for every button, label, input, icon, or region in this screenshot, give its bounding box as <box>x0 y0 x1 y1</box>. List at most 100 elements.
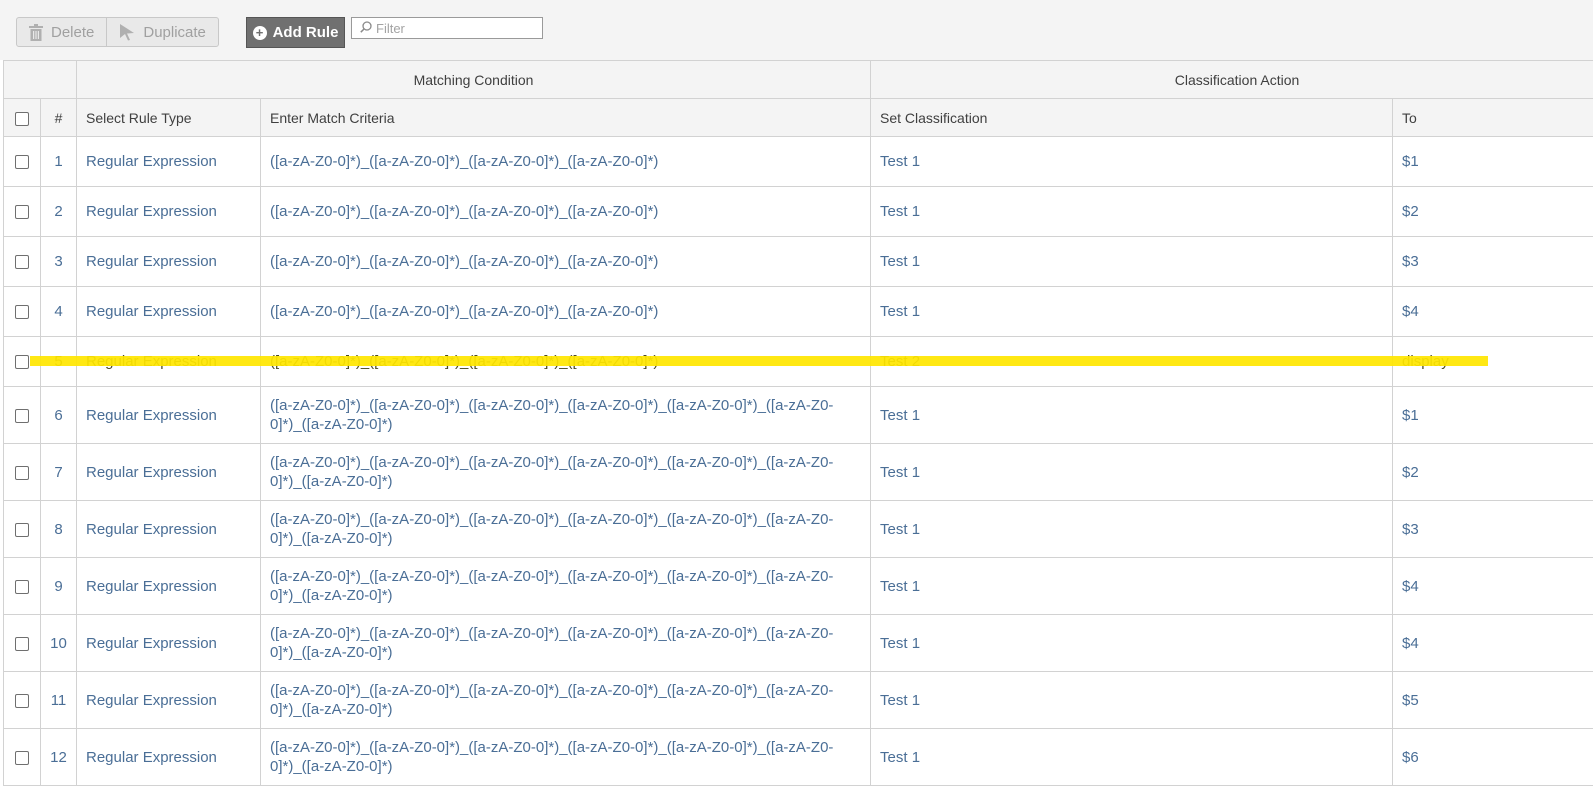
select-all-checkbox[interactable] <box>15 111 29 126</box>
to-cell[interactable]: $3 <box>1392 500 1593 558</box>
rule-type-cell[interactable]: Regular Expression <box>76 557 261 615</box>
row-checkbox-cell <box>3 614 41 672</box>
row-checkbox[interactable] <box>15 579 29 594</box>
set-classification-cell[interactable]: Test 1 <box>870 186 1394 237</box>
column-header-rule-type[interactable]: Select Rule Type <box>76 98 261 137</box>
to-cell[interactable]: $1 <box>1392 136 1593 187</box>
table-row[interactable]: 3 Regular Expression ([a-zA-Z0-0]*)_([a-zA… <box>3 236 1593 287</box>
set-classification-cell[interactable]: Test 1 <box>870 671 1394 729</box>
row-checkbox-cell <box>3 336 41 387</box>
match-criteria-cell[interactable]: ([a-zA-Z0-0]*)_([a-zA-Z0-0]*)_([a-zA-Z0-… <box>259 336 872 387</box>
row-checkbox-cell <box>3 236 41 287</box>
column-header-set-classification[interactable]: Set Classification <box>870 98 1394 137</box>
to-cell[interactable]: $2 <box>1392 186 1593 237</box>
row-number: 9 <box>40 557 77 615</box>
table-row[interactable]: 11 Regular Expression ([a-zA-Z0-0]*)_([a-z… <box>3 671 1593 729</box>
to-cell[interactable]: display <box>1392 336 1593 387</box>
table-row[interactable]: 5 Regular Expression ([a-zA-Z0-0]*)_([a-zA… <box>3 336 1593 387</box>
match-criteria-cell[interactable]: ([a-zA-Z0-0]*)_([a-zA-Z0-0]*)_([a-zA-Z0-… <box>259 286 872 337</box>
match-criteria-cell[interactable]: ([a-zA-Z0-0]*)_([a-zA-Z0-0]*)_([a-zA-Z0-… <box>259 236 872 287</box>
row-checkbox[interactable] <box>15 255 29 270</box>
table-row[interactable]: 4 Regular Expression ([a-zA-Z0-0]*)_([a-zA… <box>3 286 1593 337</box>
delete-label: Delete <box>51 23 95 41</box>
column-header-num[interactable]: # <box>40 98 77 137</box>
set-classification-cell[interactable]: Test 1 <box>870 557 1394 615</box>
set-classification-cell[interactable]: Test 1 <box>870 286 1394 337</box>
table-row[interactable]: 10 Regular Expression ([a-zA-Z0-0]*)_([a-z… <box>3 614 1593 672</box>
to-cell[interactable]: $6 <box>1392 728 1593 786</box>
set-classification-cell[interactable]: Test 1 <box>870 136 1394 187</box>
row-checkbox[interactable] <box>15 408 29 423</box>
duplicate-button[interactable]: Duplicate <box>106 18 218 46</box>
table-row[interactable]: 12 Regular Expression ([a-zA-Z0-0]*)_([a-z… <box>3 728 1593 786</box>
row-checkbox[interactable] <box>15 155 29 170</box>
row-number: 8 <box>40 500 77 558</box>
add-rule-button[interactable]: + Add Rule <box>246 17 345 48</box>
table-row[interactable]: 2 Regular Expression ([a-zA-Z0-0]*)_([a-zA… <box>3 186 1593 237</box>
select-all-cell <box>3 98 41 137</box>
row-checkbox[interactable] <box>15 305 29 320</box>
set-classification-cell[interactable]: Test 1 <box>870 614 1394 672</box>
filter-field[interactable] <box>351 17 543 39</box>
row-checkbox[interactable] <box>15 636 29 651</box>
row-number: 3 <box>40 236 77 287</box>
table-row[interactable]: 7 Regular Expression ([a-zA-Z0-0]*)_([a-zA… <box>3 443 1593 501</box>
search-icon <box>360 20 372 36</box>
to-cell[interactable]: $1 <box>1392 386 1593 444</box>
match-criteria-cell[interactable]: ([a-zA-Z0-0]*)_([a-zA-Z0-0]*)_([a-zA-Z0-… <box>259 136 872 187</box>
filter-input[interactable] <box>376 20 536 36</box>
row-number: 5 <box>40 336 77 387</box>
row-checkbox[interactable] <box>15 522 29 537</box>
match-criteria-cell[interactable]: ([a-zA-Z0-0]*)_([a-zA-Z0-0]*)_([a-zA-Z0-… <box>259 671 872 729</box>
rule-type-cell[interactable]: Regular Expression <box>76 186 261 237</box>
row-number: 12 <box>40 728 77 786</box>
column-header-to[interactable]: To <box>1392 98 1593 137</box>
match-criteria-cell[interactable]: ([a-zA-Z0-0]*)_([a-zA-Z0-0]*)_([a-zA-Z0-… <box>259 186 872 237</box>
set-classification-cell[interactable]: Test 1 <box>870 236 1394 287</box>
match-criteria-cell[interactable]: ([a-zA-Z0-0]*)_([a-zA-Z0-0]*)_([a-zA-Z0-… <box>259 443 872 501</box>
rule-type-cell[interactable]: Regular Expression <box>76 443 261 501</box>
row-number: 10 <box>40 614 77 672</box>
row-checkbox[interactable] <box>15 693 29 708</box>
rule-type-cell[interactable]: Regular Expression <box>76 671 261 729</box>
rule-type-cell[interactable]: Regular Expression <box>76 500 261 558</box>
row-number: 2 <box>40 186 77 237</box>
rule-type-cell[interactable]: Regular Expression <box>76 728 261 786</box>
row-checkbox[interactable] <box>15 750 29 765</box>
to-cell[interactable]: $2 <box>1392 443 1593 501</box>
delete-button[interactable]: Delete <box>17 18 106 46</box>
rule-type-cell[interactable]: Regular Expression <box>76 136 261 187</box>
row-checkbox[interactable] <box>15 205 29 220</box>
rule-type-cell[interactable]: Regular Expression <box>76 336 261 387</box>
match-criteria-cell[interactable]: ([a-zA-Z0-0]*)_([a-zA-Z0-0]*)_([a-zA-Z0-… <box>259 728 872 786</box>
match-criteria-cell[interactable]: ([a-zA-Z0-0]*)_([a-zA-Z0-0]*)_([a-zA-Z0-… <box>259 557 872 615</box>
match-criteria-cell[interactable]: ([a-zA-Z0-0]*)_([a-zA-Z0-0]*)_([a-zA-Z0-… <box>259 386 872 444</box>
row-checkbox[interactable] <box>15 355 29 370</box>
rule-type-cell[interactable]: Regular Expression <box>76 386 261 444</box>
to-cell[interactable]: $3 <box>1392 236 1593 287</box>
to-cell[interactable]: $4 <box>1392 286 1593 337</box>
row-checkbox[interactable] <box>15 465 29 480</box>
to-cell[interactable]: $5 <box>1392 671 1593 729</box>
set-classification-cell[interactable]: Test 1 <box>870 386 1394 444</box>
plus-circle-icon: + <box>252 25 267 40</box>
duplicate-label: Duplicate <box>143 23 206 41</box>
set-classification-cell[interactable]: Test 2 <box>870 336 1394 387</box>
group-header-classification: Classification Action <box>870 60 1593 99</box>
set-classification-cell[interactable]: Test 1 <box>870 500 1394 558</box>
match-criteria-cell[interactable]: ([a-zA-Z0-0]*)_([a-zA-Z0-0]*)_([a-zA-Z0-… <box>259 614 872 672</box>
table-row[interactable]: 8 Regular Expression ([a-zA-Z0-0]*)_([a-zA… <box>3 500 1593 558</box>
to-cell[interactable]: $4 <box>1392 557 1593 615</box>
set-classification-cell[interactable]: Test 1 <box>870 728 1394 786</box>
rule-type-cell[interactable]: Regular Expression <box>76 614 261 672</box>
set-classification-cell[interactable]: Test 1 <box>870 443 1394 501</box>
toolbar: Delete Duplicate + Add Rule <box>0 0 1593 60</box>
table-row[interactable]: 9 Regular Expression ([a-zA-Z0-0]*)_([a-zA… <box>3 557 1593 615</box>
rule-type-cell[interactable]: Regular Expression <box>76 236 261 287</box>
table-row[interactable]: 1 Regular Expression ([a-zA-Z0-0]*)_([a-zA… <box>3 136 1593 187</box>
rule-type-cell[interactable]: Regular Expression <box>76 286 261 337</box>
table-row[interactable]: 6 Regular Expression ([a-zA-Z0-0]*)_([a-zA… <box>3 386 1593 444</box>
match-criteria-cell[interactable]: ([a-zA-Z0-0]*)_([a-zA-Z0-0]*)_([a-zA-Z0-… <box>259 500 872 558</box>
column-header-criteria[interactable]: Enter Match Criteria <box>259 98 872 137</box>
to-cell[interactable]: $4 <box>1392 614 1593 672</box>
